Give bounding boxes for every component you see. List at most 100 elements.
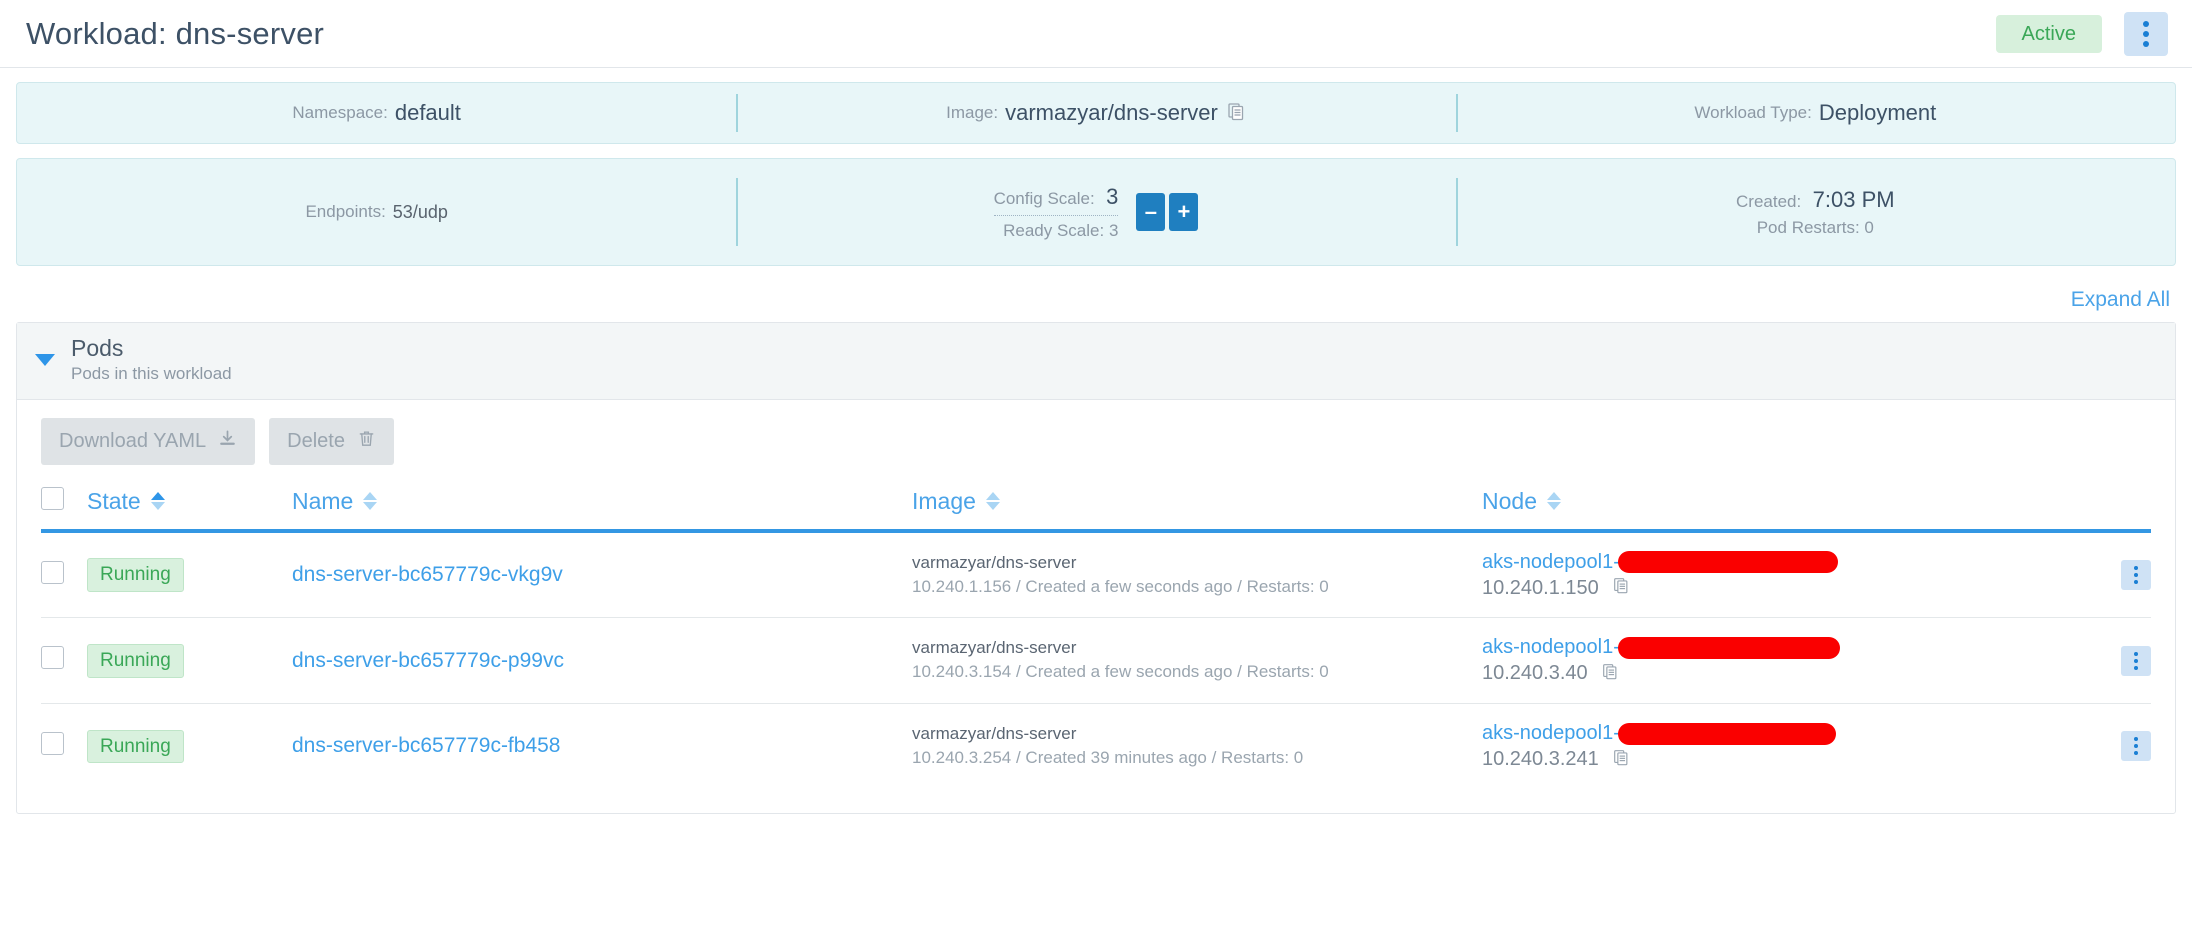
scale-texts: Config Scale: 3 Ready Scale: 3 [993,184,1119,241]
table-row[interactable]: Running dns-server-bc657779c-p99vc varma… [41,617,2151,705]
column-header-name[interactable]: Name [292,487,912,531]
row-actions-cell [2071,617,2151,705]
pod-state-badge: Running [87,558,184,592]
column-label-name: Name [292,487,354,514]
pod-node-link[interactable]: aks-nodepool1- [1482,636,1620,658]
redaction-bar [1617,551,1838,574]
table-row[interactable]: Running dns-server-bc657779c-fb458 varma… [41,704,2151,789]
expand-all-link[interactable]: Expand All [2071,288,2170,311]
copy-icon[interactable] [1612,575,1630,601]
caret-down-icon[interactable] [35,353,55,366]
column-header-state[interactable]: State [87,487,292,531]
download-yaml-button[interactable]: Download YAML [41,417,256,465]
pod-name-link[interactable]: dns-server-bc657779c-p99vc [292,649,564,672]
page-header: Workload: dns-server Active [0,0,2192,68]
created-cell: Created: 7:03 PM Pod Restarts: 0 [1455,159,2175,265]
workload-info-section: Namespace: default Image: varmazyar/dns-… [0,68,2192,266]
vertical-dots-icon [2134,573,2138,578]
table-row[interactable]: Running dns-server-bc657779c-vkg9v varma… [41,530,2151,619]
pods-table: State Name Image Node Running dns-server… [41,486,2151,789]
pod-name-link[interactable]: dns-server-bc657779c-vkg9v [292,563,563,586]
sort-icon-state[interactable] [150,492,165,511]
pods-panel-subtitle: Pods in this workload [71,363,232,383]
vertical-dots-icon [2134,651,2138,656]
pod-image-meta: 10.240.3.154 / Created a few seconds ago… [912,662,1329,682]
select-all-header [41,486,87,531]
select-all-checkbox[interactable] [41,486,64,510]
row-state-cell: Running [87,617,292,705]
status-badge: Active [1995,14,2102,53]
sort-icon-name[interactable] [363,492,378,511]
pod-image-name: varmazyar/dns-server [912,552,1077,572]
workload-type-value: Deployment [1818,100,1937,125]
row-node-cell: aks-nodepool1- 10.240.3.40 [1482,617,2071,705]
pod-node-link[interactable]: aks-nodepool1- [1482,722,1620,744]
pod-image-meta: 10.240.3.254 / Created 39 minutes ago / … [912,748,1304,768]
pods-panel-header[interactable]: Pods Pods in this workload [17,323,2175,400]
vertical-dots-icon [2134,744,2138,749]
endpoints-cell: Endpoints: 53/udp [17,159,736,265]
namespace-cell: Namespace: default [17,83,736,143]
download-yaml-label: Download YAML [59,429,207,452]
scale-decrement-button[interactable]: – [1136,193,1166,231]
pod-actions-menu-button[interactable] [2121,731,2151,762]
ready-scale-label: Ready Scale: 3 [1003,220,1119,240]
config-scale-label: Config Scale: [993,188,1095,208]
redaction-bar [1617,637,1840,660]
column-label-image: Image [912,487,976,514]
row-checkbox[interactable] [41,560,64,584]
row-state-cell: Running [87,530,292,619]
endpoints-value: 53/udp [392,201,448,222]
row-checkbox[interactable] [41,646,64,670]
expand-all-row: Expand All [0,280,2192,322]
row-name-cell: dns-server-bc657779c-p99vc [292,617,912,705]
page-title: Workload: dns-server [26,15,325,51]
row-checkbox[interactable] [41,731,64,755]
workload-type-cell: Workload Type: Deployment [1455,83,2175,143]
delete-label: Delete [287,429,345,452]
column-header-image[interactable]: Image [912,487,1482,531]
workload-actions-menu-button[interactable] [2124,11,2168,56]
row-actions-cell [2071,704,2151,789]
pods-toolbar: Download YAML Delete [41,417,2151,465]
image-cell: Image: varmazyar/dns-server [736,83,1455,143]
row-name-cell: dns-server-bc657779c-fb458 [292,704,912,789]
copy-icon[interactable] [1612,747,1630,773]
pod-image-meta: 10.240.1.156 / Created a few seconds ago… [912,576,1329,596]
copy-icon[interactable] [1226,101,1246,126]
image-label: Image: [946,103,999,122]
pod-actions-menu-button[interactable] [2121,560,2151,591]
endpoints-label: Endpoints: [305,202,386,221]
workload-type-label: Workload Type: [1694,103,1812,122]
sort-icon-node[interactable] [1546,492,1561,511]
column-header-actions [2071,487,2151,531]
config-scale: Config Scale: 3 [993,184,1119,216]
scale-increment-button[interactable]: + [1169,193,1199,231]
row-image-cell: varmazyar/dns-server 10.240.1.156 / Crea… [912,530,1482,619]
table-header-row: State Name Image Node [41,486,2151,531]
redaction-bar [1617,722,1836,745]
delete-button[interactable]: Delete [269,417,394,465]
image-value: varmazyar/dns-server [1005,100,1218,125]
pod-actions-menu-button[interactable] [2121,645,2151,676]
vertical-dots-icon [2134,751,2138,756]
sort-icon-image[interactable] [985,492,1000,511]
vertical-dots-icon [2134,580,2138,585]
download-icon [218,429,237,454]
column-label-state: State [87,487,141,514]
row-node-cell: aks-nodepool1- 10.240.3.241 [1482,704,2071,789]
pod-name-link[interactable]: dns-server-bc657779c-fb458 [292,734,561,757]
column-label-node: Node [1482,487,1537,514]
pods-panel: Pods Pods in this workload Download YAML… [16,322,2176,814]
vertical-dots-icon [2143,20,2149,27]
pod-node-link[interactable]: aks-nodepool1- [1482,551,1620,573]
row-state-cell: Running [87,704,292,789]
pod-restarts-label: Pod Restarts: 0 [1756,217,1874,237]
pod-node-ip: 10.240.1.150 [1482,576,1599,599]
row-image-cell: varmazyar/dns-server 10.240.3.254 / Crea… [912,704,1482,789]
scale-stepper: – + [1136,193,1199,231]
workload-info-bar-primary: Namespace: default Image: varmazyar/dns-… [16,82,2176,144]
row-select-cell [41,530,87,619]
copy-icon[interactable] [1601,661,1619,687]
column-header-node[interactable]: Node [1482,487,2071,531]
